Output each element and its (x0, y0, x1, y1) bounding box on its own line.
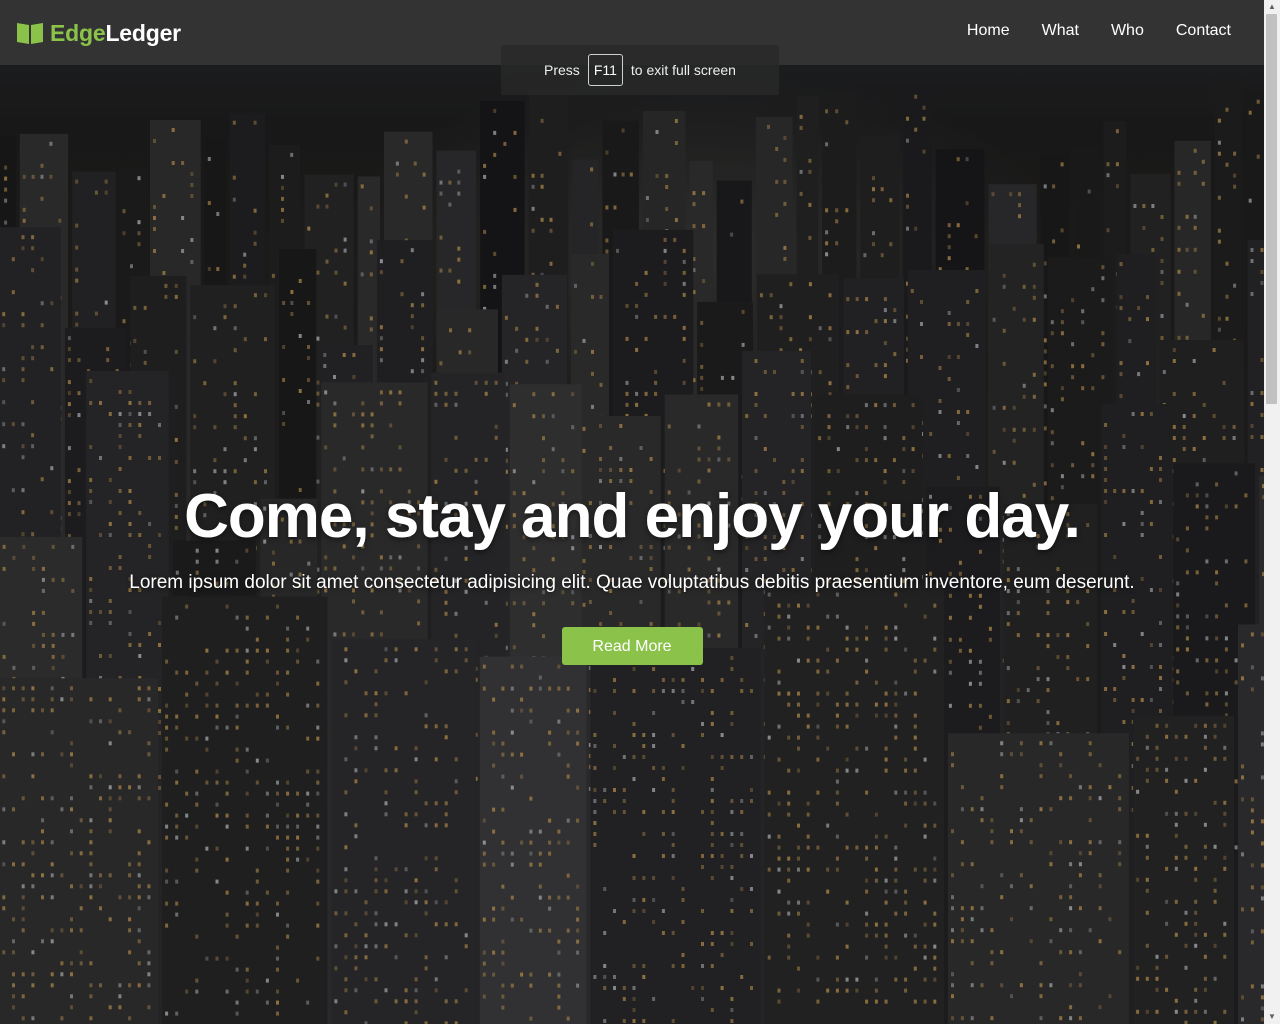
page: EdgeLedger Home What Who Contact Press F… (0, 0, 1280, 1024)
